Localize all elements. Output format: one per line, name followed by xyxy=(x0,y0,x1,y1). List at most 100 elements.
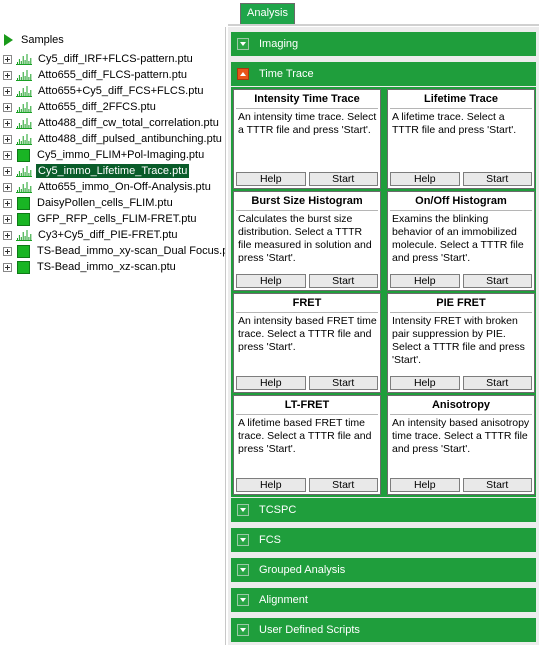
card-buttons: Help Start xyxy=(390,172,532,186)
tree-item[interactable]: Atto655_immo_On-Off-Analysis.ptu xyxy=(3,179,213,195)
card-buttons: Help Start xyxy=(236,274,378,288)
analysis-card: LT-FRET A lifetime based FRET time trace.… xyxy=(233,395,381,495)
image-square-icon xyxy=(17,148,30,162)
section-fcs[interactable]: FCS xyxy=(231,528,536,552)
section-tcspc[interactable]: TCSPC xyxy=(231,498,536,522)
section-imaging[interactable]: Imaging xyxy=(231,32,536,56)
section-grouped-analysis[interactable]: Grouped Analysis xyxy=(231,558,536,582)
tree-item-label: GFP_RFP_cells_FLIM-FRET.ptu xyxy=(37,213,197,225)
expand-plus-icon[interactable] xyxy=(3,182,12,192)
expand-plus-icon[interactable] xyxy=(3,86,12,96)
tree-item-label: TS-Bead_immo_xz-scan.ptu xyxy=(37,261,176,273)
start-button[interactable]: Start xyxy=(462,274,532,288)
tree-item[interactable]: Atto655_diff_2FFCS.ptu xyxy=(3,99,158,115)
expand-plus-icon[interactable] xyxy=(3,54,12,64)
expand-plus-icon[interactable] xyxy=(3,262,12,272)
expand-plus-icon[interactable] xyxy=(3,134,12,144)
sample-tree-panel: Samples Cy5_diff_IRF+FLCS-pattern.ptu Att… xyxy=(0,27,226,645)
waveform-icon xyxy=(16,230,32,241)
help-button[interactable]: Help xyxy=(390,478,460,492)
tree-item-label: DaisyPollen_cells_FLIM.ptu xyxy=(37,197,173,209)
start-button[interactable]: Start xyxy=(308,376,378,390)
tree-item-label: Atto655_immo_On-Off-Analysis.ptu xyxy=(38,181,211,193)
tree-root-samples[interactable]: Samples xyxy=(4,32,64,48)
card-buttons: Help Start xyxy=(236,478,378,492)
help-button[interactable]: Help xyxy=(390,274,460,288)
help-button[interactable]: Help xyxy=(390,376,460,390)
image-square-icon xyxy=(17,260,30,274)
card-title: Intensity Time Trace xyxy=(254,93,360,105)
time-trace-content: Intensity Time Trace An intensity time tr… xyxy=(231,87,536,497)
card-divider xyxy=(390,414,532,415)
expand-plus-icon[interactable] xyxy=(3,102,12,112)
start-button[interactable]: Start xyxy=(462,376,532,390)
tree-item[interactable]: Cy5_immo_Lifetime_Trace.ptu xyxy=(3,163,190,179)
waveform-icon xyxy=(16,102,32,113)
help-button[interactable]: Help xyxy=(390,172,460,186)
waveform-icon xyxy=(16,118,32,129)
help-button[interactable]: Help xyxy=(236,172,306,186)
expand-plus-icon[interactable] xyxy=(3,230,12,240)
tree-item-label: Atto655+Cy5_diff_FCS+FLCS.ptu xyxy=(38,85,204,97)
expand-toggle-icon[interactable] xyxy=(237,594,249,606)
expand-plus-icon[interactable] xyxy=(3,198,12,208)
tree-item[interactable]: Cy5_immo_FLIM+Pol-Imaging.ptu xyxy=(3,147,206,163)
card-divider xyxy=(236,312,378,313)
tree-item[interactable]: Atto488_diff_cw_total_correlation.ptu xyxy=(3,115,221,131)
card-description: An intensity based anisotropy time trace… xyxy=(392,417,530,455)
help-button[interactable]: Help xyxy=(236,478,306,492)
expand-toggle-icon[interactable] xyxy=(237,504,249,516)
expand-arrow-icon[interactable] xyxy=(4,34,13,46)
section-title: Alignment xyxy=(259,594,308,606)
tree-item[interactable]: TS-Bead_immo_xz-scan.ptu xyxy=(3,259,178,275)
tab-divider xyxy=(228,24,539,26)
waveform-icon xyxy=(16,166,32,177)
section-time-trace[interactable]: Time Trace xyxy=(231,62,536,86)
tree-item[interactable]: DaisyPollen_cells_FLIM.ptu xyxy=(3,195,175,211)
tree-item[interactable]: Cy3+Cy5_diff_PIE-FRET.ptu xyxy=(3,227,180,243)
expand-toggle-icon[interactable] xyxy=(237,624,249,636)
start-button[interactable]: Start xyxy=(462,172,532,186)
section-title: TCSPC xyxy=(259,504,297,516)
collapse-toggle-icon[interactable] xyxy=(237,68,249,80)
tree-item-label: Atto655_diff_FLCS-pattern.ptu xyxy=(38,69,188,81)
tree-item[interactable]: TS-Bead_immo_xy-scan_Dual Focus.p xyxy=(3,243,225,259)
section-title: Imaging xyxy=(259,38,299,50)
section-alignment[interactable]: Alignment xyxy=(231,588,536,612)
section-title: Time Trace xyxy=(259,68,314,80)
expand-plus-icon[interactable] xyxy=(3,214,12,224)
section-user-defined-scripts[interactable]: User Defined Scripts xyxy=(231,618,536,642)
tree-item-label: Atto655_diff_2FFCS.ptu xyxy=(38,101,156,113)
tree-item[interactable]: GFP_RFP_cells_FLIM-FRET.ptu xyxy=(3,211,199,227)
expand-toggle-icon[interactable] xyxy=(237,564,249,576)
tree-item[interactable]: Atto655+Cy5_diff_FCS+FLCS.ptu xyxy=(3,83,206,99)
analysis-card: FRET An intensity based FRET time trace. … xyxy=(233,293,381,393)
expand-plus-icon[interactable] xyxy=(3,70,12,80)
waveform-icon xyxy=(16,70,32,81)
tree-item[interactable]: Cy5_diff_IRF+FLCS-pattern.ptu xyxy=(3,51,195,67)
waveform-icon xyxy=(16,54,32,65)
help-button[interactable]: Help xyxy=(236,376,306,390)
card-description: An intensity based FRET time trace. Sele… xyxy=(238,315,377,353)
tree-item[interactable]: Atto488_diff_pulsed_antibunching.ptu xyxy=(3,131,224,147)
expand-plus-icon[interactable] xyxy=(3,166,12,176)
help-button[interactable]: Help xyxy=(236,274,306,288)
start-button[interactable]: Start xyxy=(308,478,378,492)
card-divider xyxy=(390,312,532,313)
expand-plus-icon[interactable] xyxy=(3,246,12,256)
expand-toggle-icon[interactable] xyxy=(237,38,249,50)
waveform-icon xyxy=(16,182,32,193)
expand-plus-icon[interactable] xyxy=(3,118,12,128)
start-button[interactable]: Start xyxy=(308,274,378,288)
start-button[interactable]: Start xyxy=(308,172,378,186)
expand-plus-icon[interactable] xyxy=(3,150,12,160)
expand-toggle-icon[interactable] xyxy=(237,534,249,546)
card-description: Calculates the burst size distribution. … xyxy=(238,213,372,264)
card-divider xyxy=(236,108,378,109)
section-title: Grouped Analysis xyxy=(259,564,346,576)
tree-item[interactable]: Atto655_diff_FLCS-pattern.ptu xyxy=(3,67,189,83)
card-title: PIE FRET xyxy=(436,297,486,309)
start-button[interactable]: Start xyxy=(462,478,532,492)
analysis-card: Burst Size Histogram Calculates the burst… xyxy=(233,191,381,291)
tab-analysis[interactable]: Analysis xyxy=(240,3,295,25)
